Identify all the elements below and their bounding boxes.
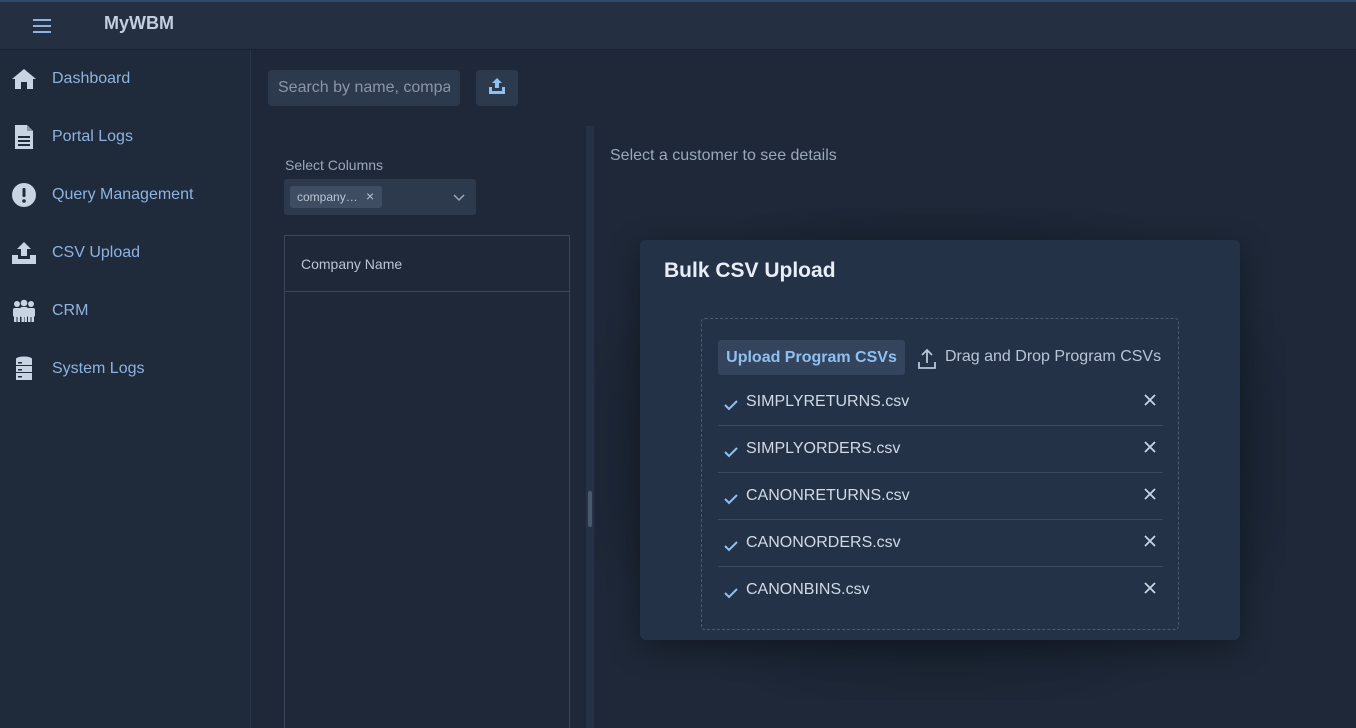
remove-file-icon[interactable] [1144,487,1156,500]
column-header-company-name[interactable]: Company Name [301,256,402,272]
chip-remove-icon[interactable]: × [366,188,374,204]
csv-dropzone[interactable]: Upload Program CSVs Drag and Drop Progra… [701,318,1179,630]
panel-divider [586,126,594,728]
home-icon [11,66,37,92]
check-icon [723,445,739,459]
users-icon [11,298,37,324]
search-input[interactable] [268,70,460,106]
drag-drop-label: Drag and Drop Program CSVs [945,348,1162,365]
sidebar-item-query-management[interactable]: Query Management [0,173,250,217]
remove-file-icon[interactable] [1144,393,1156,406]
remove-file-icon[interactable] [1144,581,1156,594]
detail-hint-text: Select a customer to see details [610,147,837,164]
upload-program-csvs-label: Upload Program CSVs [726,348,897,366]
sidebar-item-system-logs[interactable]: System Logs [0,347,250,391]
top-app-bar: MyWBM [0,0,1356,50]
sidebar-item-dashboard[interactable]: Dashboard [0,57,250,101]
table-header: Company Name [285,236,569,292]
sidebar-item-csv-upload[interactable]: CSV Upload [0,231,250,275]
company-table: Company Name [284,235,570,728]
upload-program-csvs-button[interactable]: Upload Program CSVs [718,340,905,375]
file-name: CANONRETURNS.csv [746,487,910,504]
modal-title: Bulk CSV Upload [664,259,836,282]
resize-handle[interactable] [588,491,592,527]
chevron-down-icon [452,190,466,204]
bulk-csv-upload-modal: Bulk CSV Upload Upload Program CSVs Drag… [640,240,1240,640]
server-icon [11,356,37,382]
remove-file-icon[interactable] [1144,534,1156,547]
file-name: SIMPLYRETURNS.csv [746,393,910,410]
upload-icon [488,77,506,100]
check-icon [723,492,739,506]
sidebar-item-portal-logs[interactable]: Portal Logs [0,115,250,159]
check-icon [723,539,739,553]
file-list-item: CANONORDERS.csv [718,520,1163,567]
sidebar-item-label: System Logs [52,360,145,377]
file-list-item: SIMPLYORDERS.csv [718,426,1163,473]
select-columns-label: Select Columns [285,157,384,173]
check-icon [723,398,739,412]
file-name: CANONBINS.csv [746,581,870,598]
sidebar: Dashboard Portal Logs Query Management C… [0,50,251,728]
select-columns-dropdown[interactable]: company… × [284,179,476,215]
upload-arrow-icon [917,348,937,370]
file-list-item: SIMPLYRETURNS.csv [718,379,1163,426]
sidebar-item-crm[interactable]: CRM [0,289,250,333]
upload-button[interactable] [476,70,518,106]
column-chip-label: company… [297,190,358,204]
sidebar-item-label: CSV Upload [52,244,141,261]
file-name: CANONORDERS.csv [746,534,901,551]
app-title: MyWBM [104,13,174,33]
check-icon [723,586,739,600]
exclamation-circle-icon [11,182,37,208]
column-chip: company… × [290,186,382,208]
upload-icon [11,240,37,266]
file-list-item: CANONBINS.csv [718,567,1163,614]
file-list-item: CANONRETURNS.csv [718,473,1163,520]
sidebar-item-label: CRM [52,302,89,319]
document-icon [11,124,37,150]
sidebar-item-label: Dashboard [52,70,131,87]
file-name: SIMPLYORDERS.csv [746,440,901,457]
sidebar-item-label: Portal Logs [52,128,133,145]
remove-file-icon[interactable] [1144,440,1156,453]
hamburger-menu-icon[interactable] [24,12,60,40]
sidebar-item-label: Query Management [52,186,194,203]
